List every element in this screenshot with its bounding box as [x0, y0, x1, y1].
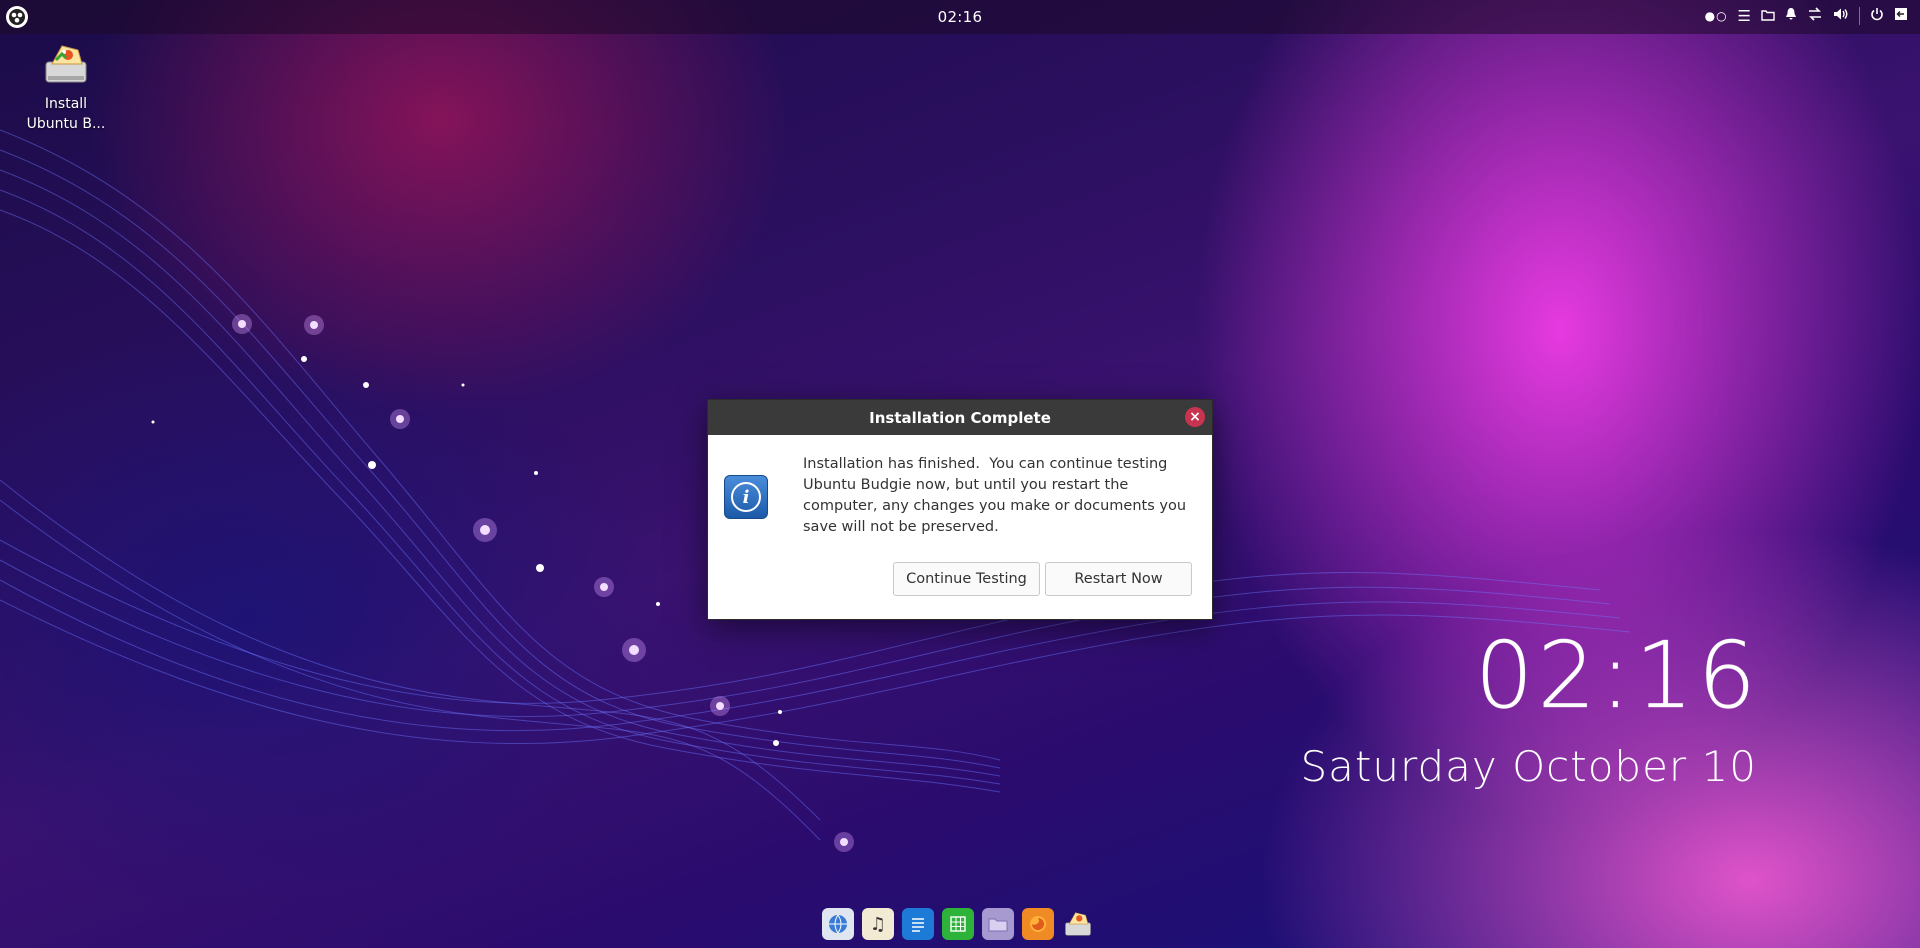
dock: ♫	[822, 908, 1094, 940]
volume-icon[interactable]	[1833, 7, 1849, 25]
music-icon[interactable]: ♫	[862, 908, 894, 940]
top-panel: 02:16 ●○ ☰	[0, 0, 1920, 34]
desktop-icon-install-ubuntu[interactable]: Install Ubuntu B...	[22, 40, 110, 134]
installation-complete-dialog: Installation Complete × i Installation h…	[707, 399, 1213, 620]
folder-icon[interactable]	[1761, 7, 1775, 25]
tray-separator	[1859, 7, 1860, 25]
restart-now-button[interactable]: Restart Now	[1045, 562, 1192, 596]
exit-icon[interactable]	[1894, 7, 1908, 25]
bell-icon[interactable]	[1785, 7, 1797, 25]
dialog-message: Installation has finished. You can conti…	[803, 456, 1191, 535]
desktop-clock-time: 02:16	[1474, 622, 1760, 729]
desktop-clock-date: Saturday October 10	[1300, 742, 1757, 791]
panel-clock[interactable]: 02:16	[0, 8, 1920, 26]
dialog-title: Installation Complete	[869, 408, 1051, 427]
files-icon[interactable]	[982, 908, 1014, 940]
dialog-titlebar[interactable]: Installation Complete ×	[708, 400, 1212, 435]
installer-icon	[42, 40, 90, 88]
writer-icon[interactable]	[902, 908, 934, 940]
desktop-icon-label: Install Ubuntu B...	[26, 96, 106, 132]
continue-testing-button[interactable]: Continue Testing	[893, 562, 1040, 596]
system-tray: ●○ ☰	[1705, 7, 1908, 25]
close-icon[interactable]: ×	[1185, 407, 1205, 427]
workspace-indicator[interactable]: ●○	[1705, 9, 1728, 23]
power-icon[interactable]	[1870, 7, 1884, 25]
installer-icon[interactable]	[1062, 908, 1094, 940]
firefox-icon[interactable]	[1022, 908, 1054, 940]
menu-lines-icon[interactable]: ☰	[1738, 7, 1751, 25]
network-icon[interactable]	[1807, 7, 1823, 25]
calc-icon[interactable]	[942, 908, 974, 940]
browser-icon[interactable]	[822, 908, 854, 940]
info-icon: i	[724, 475, 768, 519]
